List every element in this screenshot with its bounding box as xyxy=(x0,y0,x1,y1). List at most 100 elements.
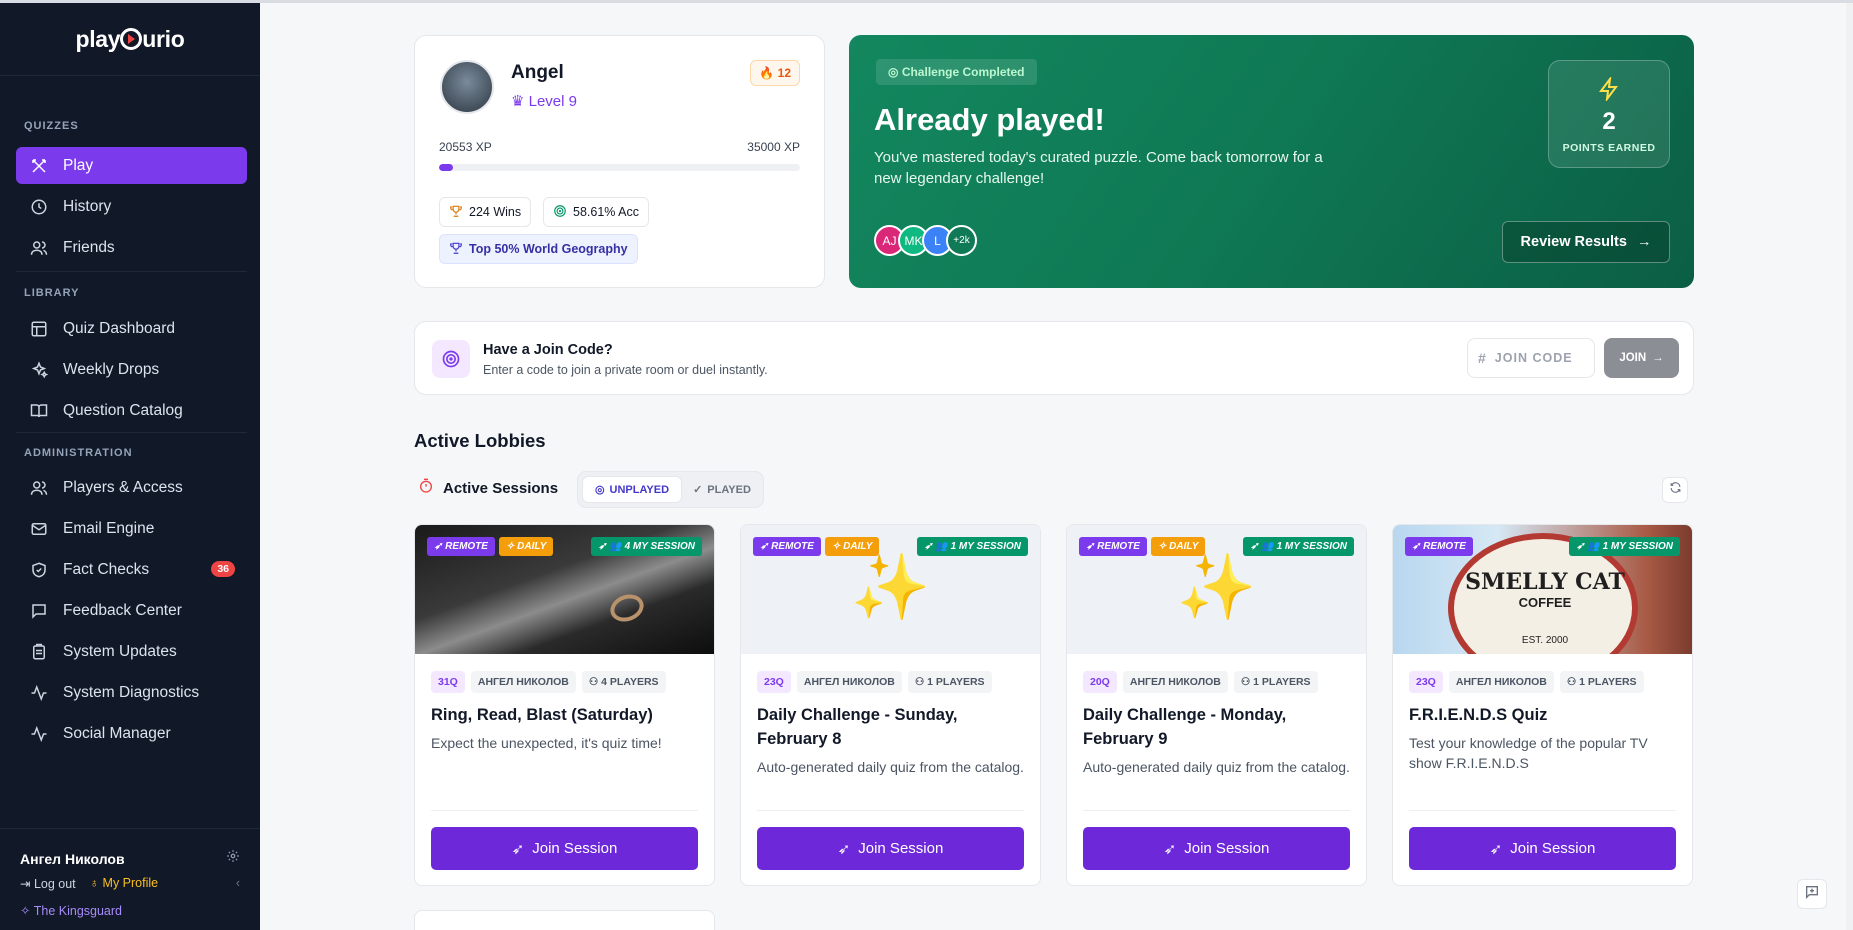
sidebar-item-email-engine[interactable]: Email Engine xyxy=(16,510,247,547)
settings-gear-icon[interactable] xyxy=(226,849,240,868)
xp-current: 20553 XP xyxy=(439,140,492,154)
sidebar-divider xyxy=(16,271,247,272)
challenge-status-label: Challenge Completed xyxy=(901,65,1025,79)
team-link[interactable]: ✧ The Kingsguard xyxy=(20,903,240,918)
join-session-button[interactable]: ➶ Join Session xyxy=(1409,827,1676,870)
sidebar-item-system-diagnostics[interactable]: System Diagnostics xyxy=(16,674,247,711)
section-label-administration: ADMINISTRATION xyxy=(24,447,133,459)
activity-icon xyxy=(29,724,49,744)
profile-level: ♛ Level 9 xyxy=(511,92,577,110)
join-session-label: Join Session xyxy=(1184,840,1270,857)
rank-label: Top 50% World Geography xyxy=(469,242,628,256)
profile-level-label: Level 9 xyxy=(528,93,577,110)
sidebar-user-panel: Ангел Николов ⇥ Log out ♁ My Profile ‹ ✧… xyxy=(0,828,260,930)
refresh-button[interactable] xyxy=(1662,477,1688,503)
sidebar-item-label: Question Catalog xyxy=(63,401,183,419)
lobby-card-partial xyxy=(414,910,715,930)
join-code-subtitle: Enter a code to join a private room or d… xyxy=(483,363,768,377)
sidebar-item-weekly-drops[interactable]: Weekly Drops xyxy=(16,351,247,388)
team-label: The Kingsguard xyxy=(33,904,122,918)
sidebar-item-label: System Diagnostics xyxy=(63,683,200,701)
feedback-button[interactable] xyxy=(1797,879,1827,909)
quiz-description: Auto-generated daily quiz from the catal… xyxy=(757,759,1024,775)
join-session-button[interactable]: ➶ Join Session xyxy=(1083,827,1350,870)
daily-tag: ✧ DAILY xyxy=(498,537,554,556)
remote-tag-label: REMOTE xyxy=(445,541,488,552)
sidebar-item-system-updates[interactable]: System Updates xyxy=(16,633,247,670)
join-code-input[interactable]: # JOIN CODE xyxy=(1467,338,1595,378)
streak-badge: 🔥 12 xyxy=(750,60,800,86)
rank-pill[interactable]: Top 50% World Geography xyxy=(439,234,638,264)
active-sessions-label: Active Sessions xyxy=(418,478,558,498)
sidebar-item-label: Fact Checks xyxy=(63,560,150,578)
collapse-sidebar-chevron-icon[interactable]: ‹ xyxy=(236,876,240,891)
sidebar-item-quiz-dashboard[interactable]: Quiz Dashboard xyxy=(16,310,247,347)
tab-played[interactable]: ✓ PLAYED xyxy=(684,476,760,503)
my-session-label: 1 MY SESSION xyxy=(1276,541,1347,552)
daily-challenge-banner: ◎ Challenge Completed Already played! Yo… xyxy=(849,35,1694,288)
rocket-icon: ➶ xyxy=(1086,541,1098,552)
page-scrollbar[interactable] xyxy=(1846,3,1853,930)
sign-year: EST. 2000 xyxy=(1521,635,1569,646)
users-icon: ⚇ xyxy=(1240,676,1254,688)
users-icon: ⚇ xyxy=(914,676,928,688)
users-icon: ⚇ xyxy=(588,676,602,688)
rocket-icon: ➶ xyxy=(434,541,446,552)
rocket-icon: ➶ xyxy=(511,840,525,858)
avatar[interactable] xyxy=(440,60,494,114)
accuracy-label: 58.61% Acc xyxy=(573,205,640,219)
player-initials: MK xyxy=(904,233,923,248)
lobby-card: ➶ REMOTE ✧ DAILY ➶ 👥 4 MY SESSION 31Q АН… xyxy=(414,524,715,886)
player-initials: AJ xyxy=(882,233,897,248)
sidebar-item-feedback-center[interactable]: Feedback Center xyxy=(16,592,247,629)
xp-max: 35000 XP xyxy=(747,140,800,154)
app-logo[interactable]: play urio xyxy=(0,3,260,76)
target-icon xyxy=(432,340,470,378)
sidebar-item-social-manager[interactable]: Social Manager xyxy=(16,715,247,752)
section-label-quizzes: QUIZZES xyxy=(24,120,79,132)
my-profile-link[interactable]: ♁ My Profile xyxy=(90,876,158,891)
question-count: 23Q xyxy=(757,671,791,693)
sidebar-item-fact-checks[interactable]: Fact Checks 36 xyxy=(16,551,247,588)
sidebar-item-label: System Updates xyxy=(63,642,177,660)
tab-unplayed[interactable]: ◎ UNPLAYED xyxy=(582,476,682,503)
sidebar-item-label: History xyxy=(63,197,112,215)
review-results-button[interactable]: Review Results → xyxy=(1502,221,1670,263)
quiz-author: АНГЕЛ НИКОЛОВ xyxy=(796,671,902,693)
check-circle-icon: ◎ xyxy=(888,65,902,79)
flame-icon: 🔥 xyxy=(759,66,775,80)
sidebar-item-players-access[interactable]: Players & Access xyxy=(16,469,247,506)
join-code-card: Have a Join Code? Enter a code to join a… xyxy=(414,321,1694,395)
my-session-label: 1 MY SESSION xyxy=(1602,541,1673,552)
logout-link[interactable]: ⇥ Log out xyxy=(20,876,76,891)
my-session-label: 1 MY SESSION xyxy=(950,541,1021,552)
sidebar-item-play[interactable]: Play xyxy=(16,147,247,184)
sidebar: play urio QUIZZES Play History Friends LI… xyxy=(0,3,260,930)
logo-play-icon xyxy=(120,28,143,50)
sidebar-item-label: Players & Access xyxy=(63,478,183,496)
rocket-icon: ➶ xyxy=(1489,840,1503,858)
join-session-label: Join Session xyxy=(532,840,618,857)
xp-progress-fill xyxy=(439,164,454,171)
accuracy-pill: 58.61% Acc xyxy=(543,197,650,227)
lightning-icon xyxy=(1549,75,1669,106)
sidebar-item-friends[interactable]: Friends xyxy=(16,229,247,266)
join-session-button[interactable]: ➶ Join Session xyxy=(431,827,698,870)
arrow-right-icon: → xyxy=(1652,352,1664,364)
sidebar-item-question-catalog[interactable]: Question Catalog xyxy=(16,392,247,429)
quiz-title: F.R.I.E.N.D.S Quiz xyxy=(1409,706,1548,724)
quiz-author: АНГЕЛ НИКОЛОВ xyxy=(470,671,576,693)
sidebar-item-label: Social Manager xyxy=(63,724,171,742)
player-more-count: +2k xyxy=(953,235,970,246)
streak-count: 12 xyxy=(777,66,791,80)
rocket-icon: ➶ xyxy=(1412,541,1424,552)
quiz-title: Ring, Read, Blast (Saturday) xyxy=(431,706,653,724)
join-session-button[interactable]: ➶ Join Session xyxy=(757,827,1024,870)
player-count-label: 1 PLAYERS xyxy=(1253,676,1311,688)
remote-tag: ➶ REMOTE xyxy=(753,537,821,556)
sidebar-item-history[interactable]: History xyxy=(16,188,247,225)
join-button[interactable]: JOIN → xyxy=(1604,338,1679,378)
users-icon xyxy=(29,238,49,258)
shield-icon xyxy=(29,560,49,580)
question-count: 31Q xyxy=(431,671,465,693)
